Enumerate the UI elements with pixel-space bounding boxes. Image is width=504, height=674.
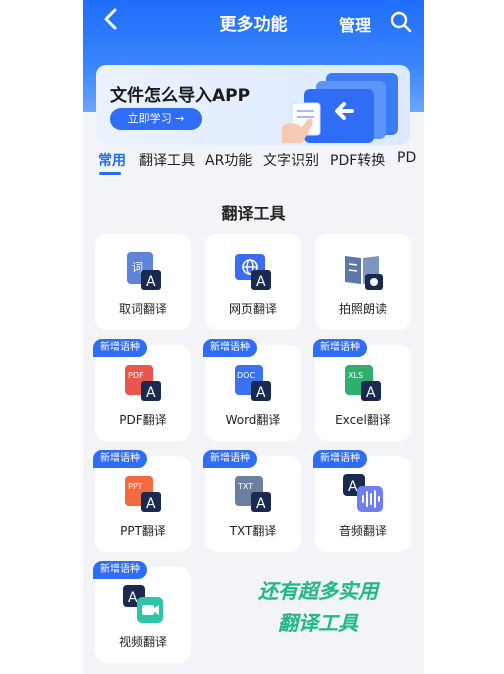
- tool-label: 取词翻译: [118, 302, 167, 316]
- svg-text:A: A: [128, 590, 138, 606]
- xls-icon-text: XLS: [348, 371, 363, 380]
- new-language-badge: 新增语种: [93, 339, 147, 357]
- tab-common[interactable]: 常用: [98, 150, 126, 170]
- tab-pd-partial[interactable]: PD: [397, 150, 416, 166]
- tool-card-ppt-translate[interactable]: 新增语种 PPT A PPT翻译: [93, 450, 191, 552]
- tool-label: Excel翻译: [335, 413, 391, 427]
- tool-card-pdf-translate[interactable]: 新增语种 PDF A PDF翻译: [93, 339, 191, 441]
- svg-text:A: A: [256, 385, 266, 401]
- txt-file-icon: TXT A: [235, 476, 271, 512]
- tool-card-photo-read[interactable]: 拍照朗读: [315, 234, 411, 330]
- word-lookup-icon: 词 A: [127, 252, 161, 290]
- svg-text:A: A: [348, 479, 358, 495]
- active-tab-indicator: [99, 172, 121, 175]
- tool-label: Word翻译: [225, 413, 281, 427]
- tab-text-recognition[interactable]: 文字识别: [263, 150, 319, 170]
- folder-import-illustration: [282, 73, 398, 143]
- book-camera-icon: [345, 256, 383, 290]
- banner-title: 文件怎么导入APP: [110, 86, 251, 106]
- new-language-badge: 新增语种: [313, 339, 367, 357]
- section-title: 翻译工具: [221, 204, 286, 223]
- ppt-icon-text: PPT: [128, 482, 143, 491]
- xls-file-icon: XLS A: [345, 365, 381, 401]
- new-language-badge: 新增语种: [203, 339, 257, 357]
- tool-card-word-lookup[interactable]: 词 A 取词翻译: [95, 234, 191, 330]
- tool-label: 视频翻译: [118, 635, 167, 649]
- tool-label: PDF翻译: [119, 413, 167, 427]
- new-language-badge: 新增语种: [313, 450, 367, 468]
- new-language-badge: 新增语种: [93, 561, 147, 579]
- learn-now-button[interactable]: 立即学习 →: [110, 108, 202, 130]
- tool-label: 拍照朗读: [338, 302, 387, 316]
- search-icon[interactable]: [389, 10, 413, 34]
- tool-label: PPT翻译: [120, 524, 166, 538]
- ppt-file-icon: PPT A: [125, 476, 161, 512]
- txt-icon-text: TXT: [237, 482, 253, 491]
- tool-card-excel-translate[interactable]: 新增语种 XLS A Excel翻译: [313, 339, 411, 441]
- doc-file-icon: DOC A: [235, 365, 271, 401]
- promo-text: 还有超多实用 翻译工具: [233, 575, 403, 639]
- import-guide-banner[interactable]: 文件怎么导入APP 立即学习 →: [96, 65, 410, 145]
- svg-text:A: A: [146, 385, 156, 401]
- tab-translation-tools[interactable]: 翻译工具: [139, 150, 195, 170]
- tool-label: 音频翻译: [338, 524, 387, 538]
- audio-wave-icon: A: [343, 474, 383, 512]
- tab-pdf-convert[interactable]: PDF转换: [330, 150, 385, 170]
- new-language-badge: 新增语种: [93, 450, 147, 468]
- promo-line-2: 翻译工具: [278, 611, 358, 635]
- svg-text:A: A: [146, 274, 156, 290]
- tool-card-word-translate[interactable]: 新增语种 DOC A Word翻译: [203, 339, 301, 441]
- svg-text:A: A: [366, 385, 376, 401]
- manage-button[interactable]: 管理: [339, 12, 371, 36]
- tool-label: TXT翻译: [229, 524, 277, 538]
- phone-screen: 更多功能 管理 文件怎么导入APP 立即学习 → 常用 翻译工具 AR功能 文字…: [83, 0, 424, 674]
- page-title: 更多功能: [219, 15, 288, 35]
- new-language-badge: 新增语种: [203, 450, 257, 468]
- tool-card-txt-translate[interactable]: 新增语种 TXT A TXT翻译: [203, 450, 301, 552]
- tool-card-audio-translate[interactable]: 新增语种 A 音频翻译: [313, 450, 411, 552]
- video-camera-icon: A: [123, 585, 163, 623]
- tool-card-video-translate[interactable]: 新增语种 A 视频翻译: [93, 561, 191, 663]
- pdf-icon-text: PDF: [128, 371, 144, 380]
- pdf-file-icon: PDF A: [125, 365, 161, 401]
- doc-icon-text: DOC: [237, 371, 255, 380]
- tool-card-web-translate[interactable]: A 网页翻译: [205, 234, 301, 330]
- svg-text:A: A: [256, 496, 266, 512]
- tab-ar[interactable]: AR功能: [205, 150, 252, 170]
- svg-text:A: A: [146, 496, 156, 512]
- tool-label: 网页翻译: [228, 302, 277, 316]
- svg-text:A: A: [256, 274, 266, 290]
- promo-line-1: 还有超多实用: [258, 579, 378, 603]
- category-tabs: 常用 翻译工具 AR功能 文字识别 PDF转换 PD: [83, 150, 424, 180]
- web-translate-icon: A: [235, 254, 271, 290]
